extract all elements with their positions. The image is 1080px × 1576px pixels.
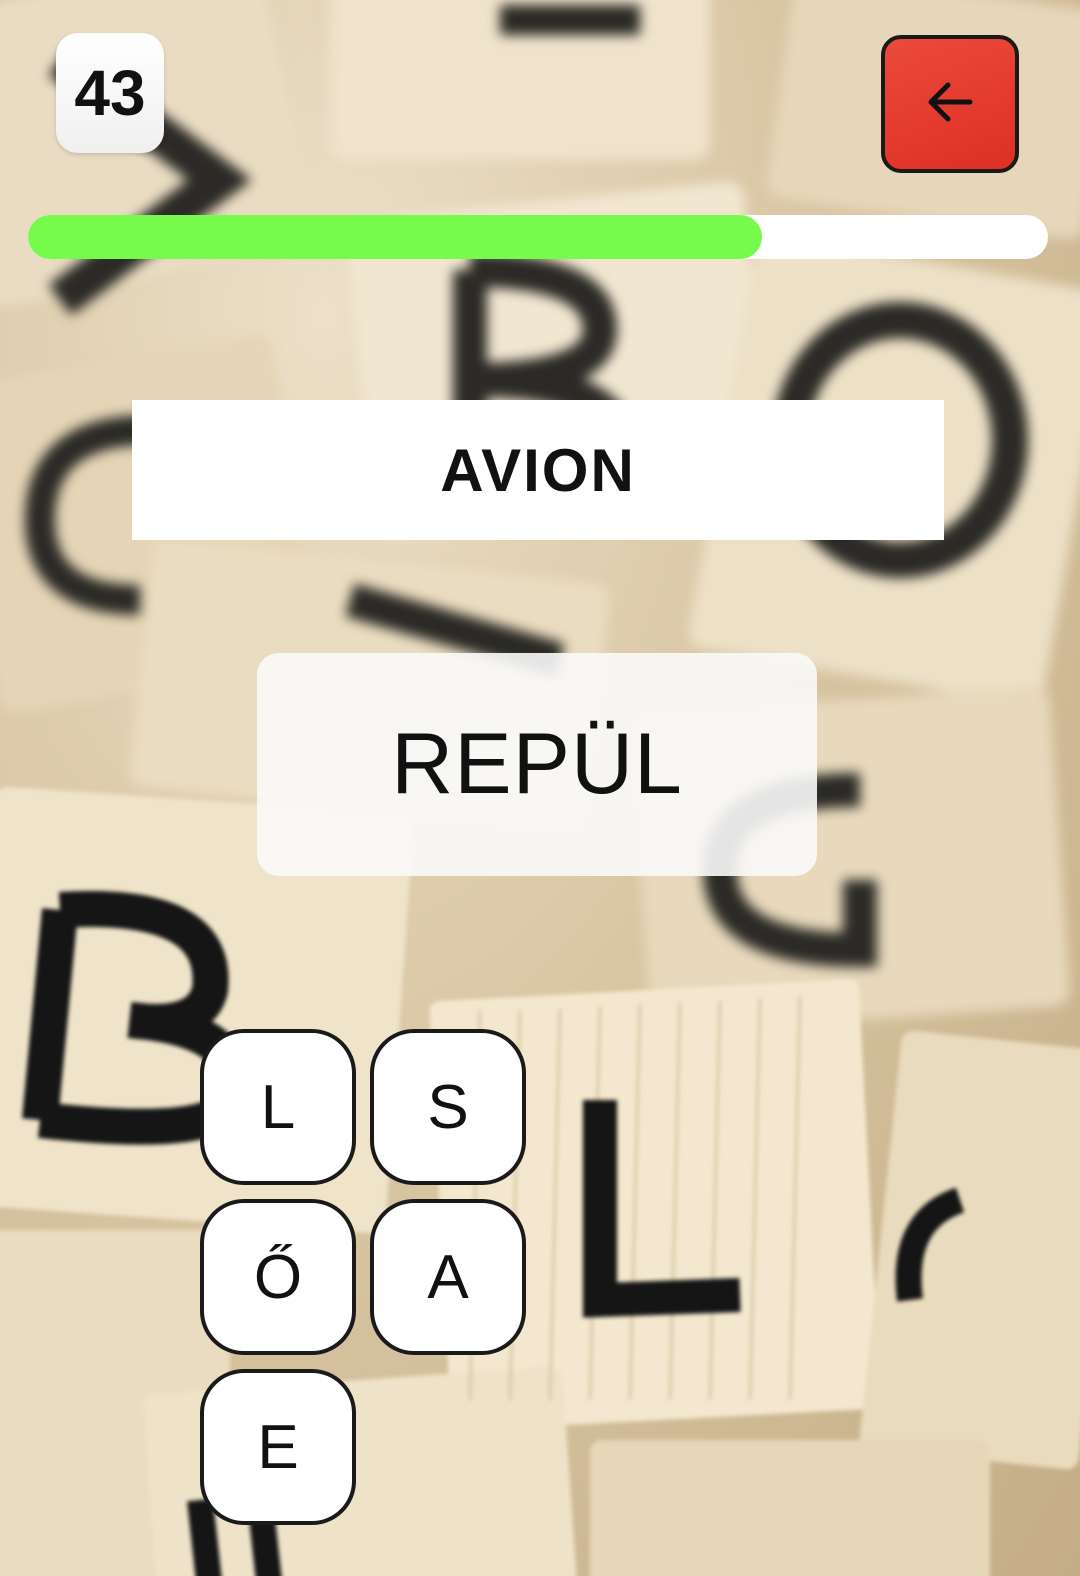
answer-box: REPÜL bbox=[257, 653, 817, 876]
word-text: AVION bbox=[440, 436, 636, 504]
letter-tile[interactable]: S bbox=[370, 1029, 526, 1185]
letter-tile-label: E bbox=[257, 1412, 299, 1482]
back-button[interactable] bbox=[881, 35, 1019, 173]
letter-tile-label: Ő bbox=[253, 1242, 303, 1312]
letter-tile-label: L bbox=[260, 1072, 296, 1142]
letter-tile[interactable]: L bbox=[200, 1029, 356, 1185]
letter-tile-label: A bbox=[427, 1242, 469, 1312]
word-banner: AVION bbox=[132, 400, 944, 540]
letter-tile-label: S bbox=[427, 1072, 469, 1142]
arrow-left-icon bbox=[922, 74, 978, 135]
letter-tile[interactable]: Ő bbox=[200, 1199, 356, 1355]
progress-bar bbox=[28, 215, 1048, 259]
letter-tile[interactable]: E bbox=[200, 1369, 356, 1525]
letter-tile[interactable]: A bbox=[370, 1199, 526, 1355]
progress-fill bbox=[28, 215, 763, 259]
answer-text: REPÜL bbox=[391, 716, 683, 812]
score-counter: 43 bbox=[56, 33, 164, 153]
score-value: 43 bbox=[74, 57, 146, 129]
